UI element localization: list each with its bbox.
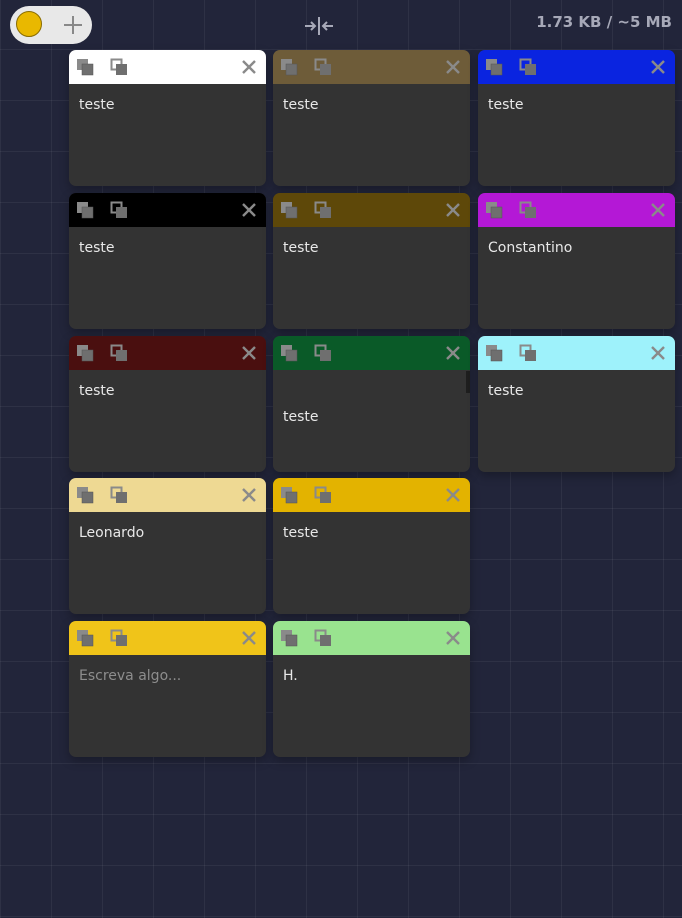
note-header[interactable] [273,336,470,370]
note-text[interactable]: H. [273,655,470,697]
send-back-icon[interactable] [314,629,332,647]
bring-front-icon[interactable] [280,58,298,76]
bring-front-icon[interactable] [485,201,503,219]
close-icon[interactable] [445,487,461,503]
note-header[interactable] [478,336,675,370]
close-icon[interactable] [241,59,257,75]
close-icon[interactable] [241,487,257,503]
note-header[interactable] [69,336,266,370]
note-text[interactable]: teste [273,84,470,126]
note-header[interactable] [273,193,470,227]
bring-front-icon[interactable] [485,344,503,362]
close-icon[interactable] [445,202,461,218]
note-header[interactable] [478,50,675,84]
toolbar-pill [10,6,92,44]
collapse-horizontal-icon[interactable] [304,16,334,36]
note-text[interactable]: teste [478,84,675,126]
note-text[interactable]: teste [69,370,266,412]
note-text[interactable]: teste [273,227,470,269]
close-icon[interactable] [445,59,461,75]
note-text[interactable]: teste [273,512,470,554]
note-header[interactable] [273,478,470,512]
note-text[interactable]: Leonardo [69,512,266,554]
sticky-note[interactable]: Constantino [478,193,675,329]
sticky-note[interactable]: teste [478,336,675,472]
close-icon[interactable] [241,630,257,646]
send-back-icon[interactable] [110,629,128,647]
bring-front-icon[interactable] [485,58,503,76]
sticky-note[interactable]: teste [273,50,470,186]
close-icon[interactable] [445,630,461,646]
plus-icon[interactable] [60,12,86,38]
note-text[interactable]: teste [69,84,266,126]
close-icon[interactable] [241,202,257,218]
note-text[interactable]: Constantino [478,227,675,269]
sticky-note[interactable]: H. [273,621,470,757]
bring-front-icon[interactable] [280,629,298,647]
send-back-icon[interactable] [110,201,128,219]
send-back-icon[interactable] [110,58,128,76]
note-text[interactable]: Escreva algo... [69,655,266,697]
close-icon[interactable] [650,345,666,361]
bring-front-icon[interactable] [76,58,94,76]
bring-front-icon[interactable] [280,486,298,504]
send-back-icon[interactable] [110,486,128,504]
note-header[interactable] [69,621,266,655]
send-back-icon[interactable] [314,58,332,76]
bring-front-icon[interactable] [76,201,94,219]
sticky-note[interactable]: teste [478,50,675,186]
scrollbar[interactable] [466,371,470,393]
note-header[interactable] [69,50,266,84]
note-header[interactable] [69,193,266,227]
note-text[interactable]: teste [273,370,470,438]
bring-front-icon[interactable] [76,629,94,647]
color-picker-button[interactable] [16,11,42,37]
bring-front-icon[interactable] [280,201,298,219]
note-header[interactable] [69,478,266,512]
send-back-icon[interactable] [519,344,537,362]
sticky-note[interactable]: teste [273,478,470,614]
close-icon[interactable] [650,59,666,75]
note-header[interactable] [273,621,470,655]
close-icon[interactable] [445,345,461,361]
sticky-note[interactable]: teste [69,193,266,329]
sticky-note[interactable]: teste [273,193,470,329]
close-icon[interactable] [241,345,257,361]
sticky-note[interactable]: Leonardo [69,478,266,614]
send-back-icon[interactable] [110,344,128,362]
send-back-icon[interactable] [519,58,537,76]
sticky-note[interactable]: Escreva algo... [69,621,266,757]
sticky-note[interactable]: teste [69,336,266,472]
sticky-note[interactable]: teste [69,50,266,186]
note-text[interactable]: teste [478,370,675,412]
bring-front-icon[interactable] [280,344,298,362]
send-back-icon[interactable] [314,486,332,504]
sticky-note[interactable]: teste [273,336,470,472]
send-back-icon[interactable] [314,201,332,219]
note-text[interactable]: teste [69,227,266,269]
storage-usage: 1.73 KB / ~5 MB [536,13,672,31]
bring-front-icon[interactable] [76,344,94,362]
send-back-icon[interactable] [314,344,332,362]
close-icon[interactable] [650,202,666,218]
note-header[interactable] [273,50,470,84]
send-back-icon[interactable] [519,201,537,219]
note-header[interactable] [478,193,675,227]
bring-front-icon[interactable] [76,486,94,504]
